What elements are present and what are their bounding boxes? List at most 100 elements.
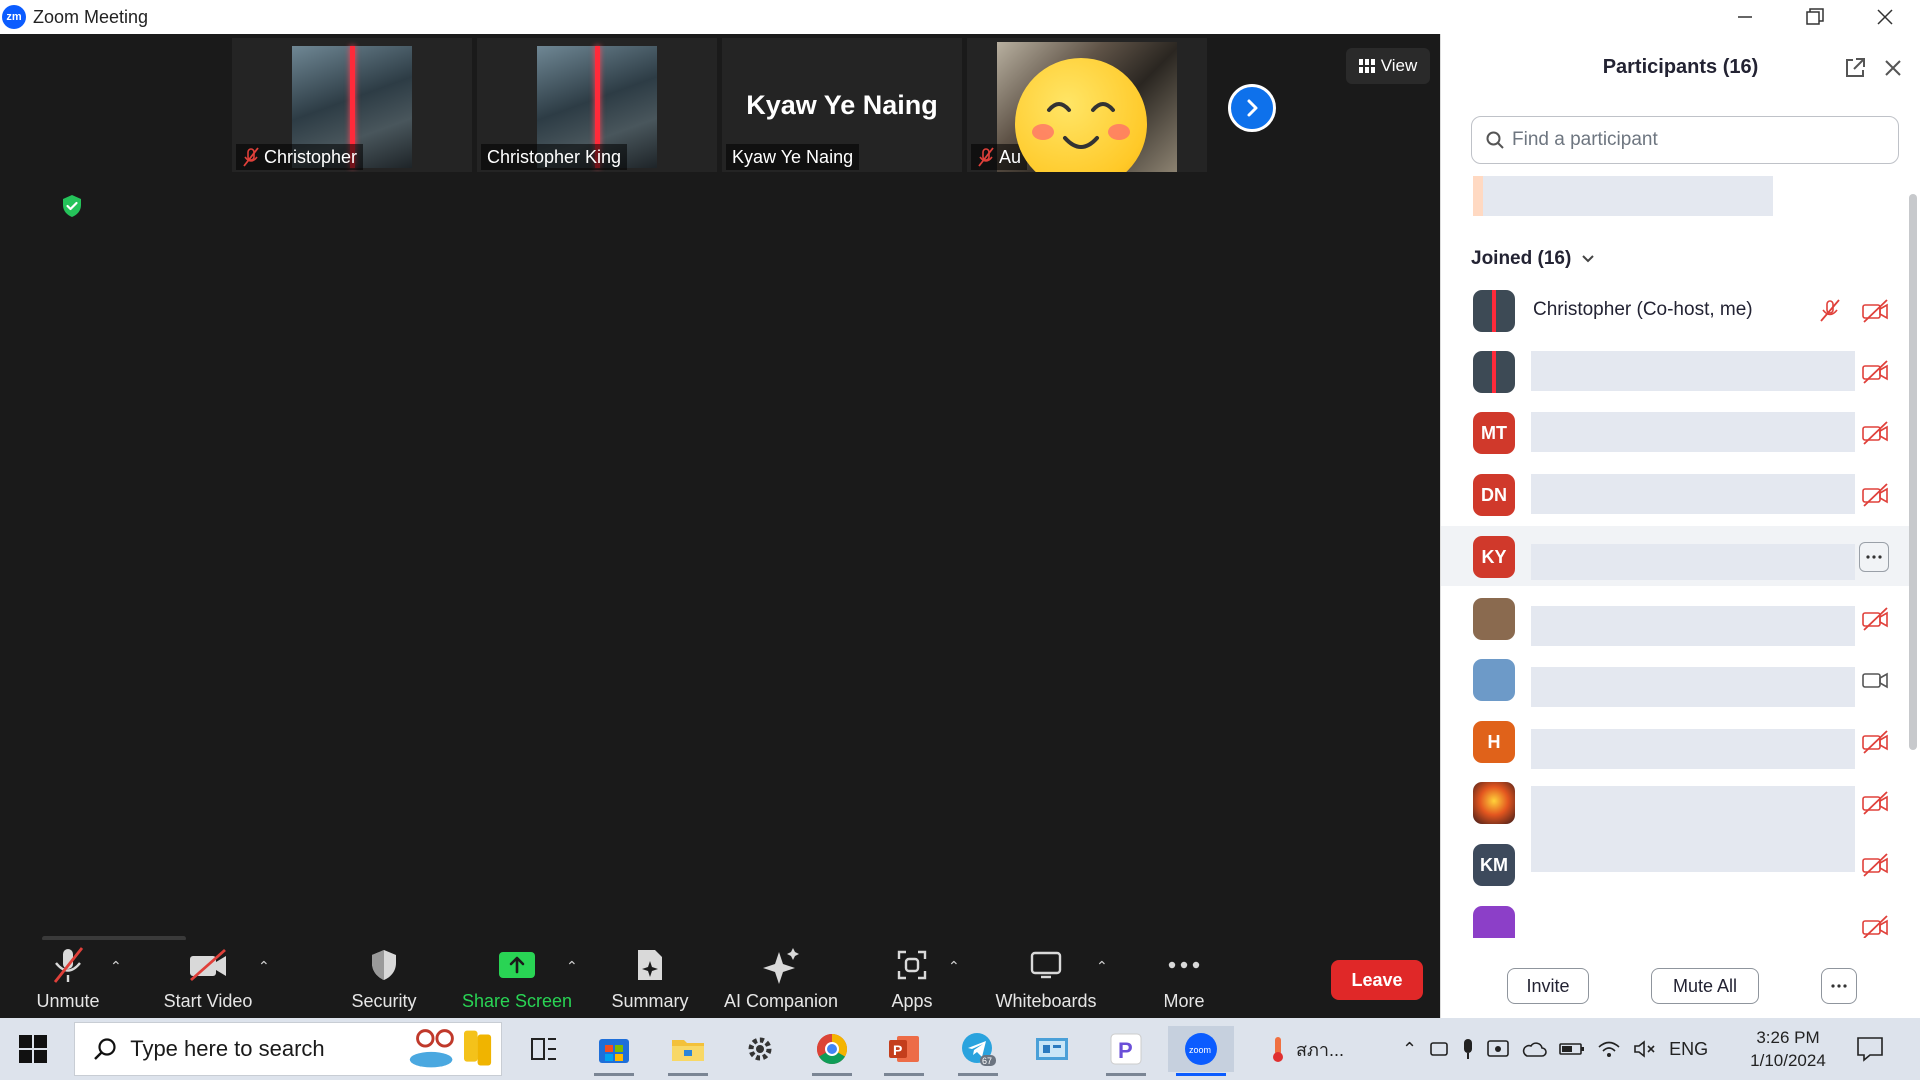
mic-muted-icon <box>53 947 84 983</box>
participant-row[interactable] <box>1441 896 1911 938</box>
participant-row[interactable]: MT <box>1441 402 1911 462</box>
video-off-icon <box>1862 915 1888 938</box>
more-button[interactable]: More <box>1150 940 1218 1018</box>
participant-row[interactable] <box>1441 341 1911 401</box>
summary-button[interactable]: Summary <box>604 940 696 1018</box>
share-screen-label: Share Screen <box>461 991 573 1011</box>
participant-row[interactable]: Christopher (Co-host, me) <box>1441 280 1911 340</box>
share-screen-button[interactable]: Share Screen <box>458 940 576 1018</box>
participant-search-input[interactable] <box>1512 129 1872 151</box>
participant-more-button[interactable] <box>1859 542 1889 572</box>
apps-options-caret-icon[interactable]: ⌃ <box>948 958 960 975</box>
taskbar-task-view[interactable] <box>516 1026 572 1072</box>
unmute-button[interactable]: Unmute <box>28 940 108 1018</box>
tray-weather[interactable]: สภา... <box>1268 1018 1344 1080</box>
audio-options-caret-icon[interactable]: ⌃ <box>110 958 122 975</box>
thermometer-icon <box>1273 1037 1283 1062</box>
clock-date: 1/10/2024 <box>1750 1051 1826 1070</box>
security-button[interactable]: Security <box>342 940 426 1018</box>
restore-button[interactable] <box>1780 0 1850 34</box>
close-panel-icon[interactable] <box>1881 56 1905 80</box>
microphone-icon[interactable] <box>1461 1038 1475 1060</box>
participant-row[interactable] <box>1441 649 1911 709</box>
start-video-button[interactable]: Start Video <box>156 940 260 1018</box>
taskbar-telegram[interactable]: 67 <box>950 1026 1006 1076</box>
screen-capture-icon[interactable] <box>1487 1039 1509 1059</box>
mic-muted-icon <box>243 147 259 167</box>
taskbar-powerpoint[interactable]: P <box>876 1026 932 1076</box>
gear-icon <box>748 1037 772 1061</box>
taskbar-paint-app[interactable]: P <box>1098 1026 1154 1076</box>
tile-nameplate: Kyaw Ye Naing <box>726 144 860 170</box>
video-tile[interactable]: Au <box>967 38 1207 172</box>
meeting-area: Christopher Christopher King Kyaw Ye Nai… <box>0 34 1440 1018</box>
chevron-up-icon[interactable]: ⌃ <box>1402 1039 1417 1060</box>
restore-icon <box>1806 8 1824 25</box>
participant-row[interactable] <box>1441 588 1911 648</box>
meet-now-icon[interactable] <box>1429 1039 1449 1059</box>
encryption-shield-icon[interactable] <box>60 194 84 218</box>
leave-button[interactable]: Leave <box>1331 960 1423 1000</box>
mute-all-button[interactable]: Mute All <box>1651 968 1759 1004</box>
participant-row[interactable]: DN <box>1441 464 1911 524</box>
svg-text:zoom: zoom <box>1189 1045 1211 1055</box>
apps-button[interactable]: Apps <box>880 940 944 1018</box>
participants-more-button[interactable] <box>1821 968 1857 1004</box>
ai-companion-button[interactable]: AI Companion <box>716 940 846 1018</box>
notifications-icon[interactable] <box>1856 1036 1884 1062</box>
video-off-icon <box>1862 360 1888 384</box>
video-off-icon <box>1862 483 1888 507</box>
taskbar-settings[interactable] <box>732 1026 788 1072</box>
taskbar-microsoft-store[interactable] <box>586 1026 642 1076</box>
joined-section-header[interactable]: Joined (16) <box>1471 248 1595 270</box>
share-screen-icon <box>499 952 535 978</box>
view-button[interactable]: View <box>1346 48 1430 84</box>
video-tile[interactable]: Kyaw Ye Naing Kyaw Ye Naing <box>722 38 962 172</box>
close-window-button[interactable] <box>1850 0 1920 34</box>
video-off-icon <box>1862 853 1888 877</box>
windows-start-icon[interactable] <box>18 1034 48 1064</box>
video-options-caret-icon[interactable]: ⌃ <box>258 958 270 975</box>
participant-row[interactable]: KY <box>1441 526 1911 586</box>
minimize-button[interactable] <box>1710 0 1780 34</box>
participant-avatar: MT <box>1473 412 1515 454</box>
taskbar-file-explorer[interactable] <box>660 1026 716 1076</box>
pop-out-icon[interactable] <box>1843 56 1867 80</box>
taskbar-chrome[interactable] <box>804 1026 860 1076</box>
svg-text:P: P <box>1118 1038 1133 1063</box>
video-tile[interactable]: Christopher King <box>477 38 717 172</box>
wifi-icon[interactable] <box>1597 1039 1621 1059</box>
system-tray: ⌃ ENG <box>1402 1018 1708 1080</box>
taskbar-search-input[interactable] <box>130 1036 391 1062</box>
onedrive-cloud-icon[interactable] <box>1521 1040 1547 1058</box>
zoom-app-icon: zoom <box>1185 1033 1217 1065</box>
taskbar-zoom[interactable]: zoom <box>1168 1026 1234 1076</box>
battery-icon[interactable] <box>1559 1042 1585 1056</box>
whiteboards-options-caret-icon[interactable]: ⌃ <box>1096 958 1108 975</box>
close-icon <box>1877 9 1893 25</box>
video-tile[interactable]: Christopher <box>232 38 472 172</box>
invite-button[interactable]: Invite <box>1507 968 1589 1004</box>
taskbar-control-panel[interactable] <box>1024 1026 1080 1072</box>
mic-muted-icon <box>978 147 994 167</box>
participant-row[interactable]: H <box>1441 711 1911 771</box>
whiteboards-button[interactable]: Whiteboards <box>986 940 1106 1018</box>
participant-row[interactable] <box>1441 772 1911 872</box>
participants-scrollbar[interactable] <box>1909 194 1917 750</box>
speaker-muted-icon[interactable] <box>1633 1039 1657 1059</box>
taskbar-search-field[interactable] <box>74 1022 502 1076</box>
participant-search-field[interactable] <box>1471 116 1899 164</box>
taskbar-clock[interactable]: 3:26 PM 1/10/2024 <box>1738 1026 1838 1072</box>
ai-sparkle-icon <box>763 948 799 984</box>
next-page-button[interactable] <box>1228 84 1276 132</box>
summary-document-icon <box>638 950 662 980</box>
mic-muted-icon <box>1820 299 1840 322</box>
input-language[interactable]: ENG <box>1669 1039 1708 1060</box>
tile-nameplate: Christopher King <box>481 144 628 170</box>
chevron-right-icon <box>1247 99 1258 117</box>
avatar-fragment <box>1473 176 1483 216</box>
redacted-name <box>1531 544 1855 580</box>
participant-avatar <box>1473 906 1515 938</box>
share-options-caret-icon[interactable]: ⌃ <box>566 958 578 975</box>
participant-row[interactable]: KM <box>1441 834 1911 894</box>
